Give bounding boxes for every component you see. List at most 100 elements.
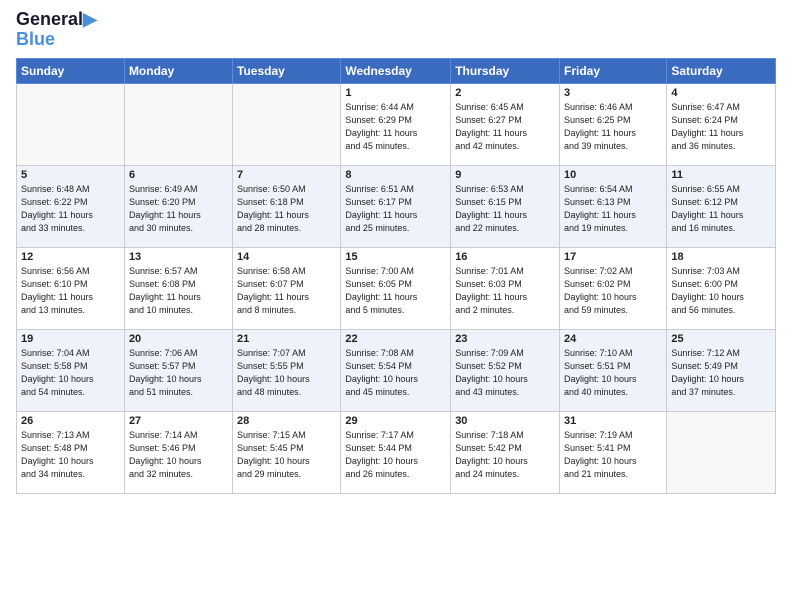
calendar-cell: 5 Sunrise: 6:48 AMSunset: 6:22 PMDaylight… (17, 165, 125, 247)
day-info: Sunrise: 7:13 AMSunset: 5:48 PMDaylight:… (21, 429, 120, 481)
calendar-week-row: 12 Sunrise: 6:56 AMSunset: 6:10 PMDayligh… (17, 247, 776, 329)
calendar-week-row: 26 Sunrise: 7:13 AMSunset: 5:48 PMDayligh… (17, 411, 776, 493)
day-number: 24 (564, 333, 662, 345)
day-number: 15 (345, 251, 446, 263)
day-info: Sunrise: 6:46 AMSunset: 6:25 PMDaylight:… (564, 101, 662, 153)
day-info: Sunrise: 7:12 AMSunset: 5:49 PMDaylight:… (671, 347, 771, 399)
calendar-cell: 25Sunrise: 7:12 AMSunset: 5:49 PMDayligh… (667, 329, 776, 411)
day-number: 20 (129, 333, 228, 345)
calendar-week-row: 19Sunrise: 7:04 AMSunset: 5:58 PMDayligh… (17, 329, 776, 411)
day-info: Sunrise: 7:15 AMSunset: 5:45 PMDaylight:… (237, 429, 336, 481)
day-info: Sunrise: 7:02 AMSunset: 6:02 PMDaylight:… (564, 265, 662, 317)
logo-text-blue: Blue (16, 30, 97, 50)
day-number: 28 (237, 415, 336, 427)
day-number: 27 (129, 415, 228, 427)
day-info: Sunrise: 7:07 AMSunset: 5:55 PMDaylight:… (237, 347, 336, 399)
calendar-cell: 9Sunrise: 6:53 AMSunset: 6:15 PMDaylight… (451, 165, 560, 247)
calendar-cell: 6 Sunrise: 6:49 AMSunset: 6:20 PMDaylight… (124, 165, 232, 247)
day-number: 6 (129, 169, 228, 181)
day-number: 21 (237, 333, 336, 345)
calendar-table: SundayMondayTuesdayWednesdayThursdayFrid… (16, 58, 776, 494)
calendar-cell (233, 83, 341, 165)
weekday-header: Monday (124, 58, 232, 83)
calendar-cell (124, 83, 232, 165)
weekday-header: Thursday (451, 58, 560, 83)
logo: General▶ Blue (16, 10, 97, 50)
day-number: 30 (455, 415, 555, 427)
day-number: 12 (21, 251, 120, 263)
day-number: 11 (671, 169, 771, 181)
day-number: 23 (455, 333, 555, 345)
day-number: 13 (129, 251, 228, 263)
calendar-cell: 29Sunrise: 7:17 AMSunset: 5:44 PMDayligh… (341, 411, 451, 493)
day-number: 14 (237, 251, 336, 263)
day-number: 18 (671, 251, 771, 263)
weekday-header: Tuesday (233, 58, 341, 83)
calendar-cell: 19Sunrise: 7:04 AMSunset: 5:58 PMDayligh… (17, 329, 125, 411)
calendar-cell: 23 Sunrise: 7:09 AMSunset: 5:52 PMDayligh… (451, 329, 560, 411)
day-info: Sunrise: 6:56 AMSunset: 6:10 PMDaylight:… (21, 265, 120, 317)
day-info: Sunrise: 7:01 AMSunset: 6:03 PMDaylight:… (455, 265, 555, 317)
calendar-header-row: SundayMondayTuesdayWednesdayThursdayFrid… (17, 58, 776, 83)
day-number: 1 (345, 87, 446, 99)
calendar-cell: 10 Sunrise: 6:54 AMSunset: 6:13 PMDayligh… (560, 165, 667, 247)
day-number: 10 (564, 169, 662, 181)
calendar-cell: 2Sunrise: 6:45 AMSunset: 6:27 PMDaylight… (451, 83, 560, 165)
day-info: Sunrise: 7:14 AMSunset: 5:46 PMDaylight:… (129, 429, 228, 481)
calendar-cell (17, 83, 125, 165)
day-info: Sunrise: 7:10 AMSunset: 5:51 PMDaylight:… (564, 347, 662, 399)
calendar-cell: 8Sunrise: 6:51 AMSunset: 6:17 PMDaylight… (341, 165, 451, 247)
calendar-cell: 1 Sunrise: 6:44 AMSunset: 6:29 PMDaylight… (341, 83, 451, 165)
day-info: Sunrise: 7:06 AMSunset: 5:57 PMDaylight:… (129, 347, 228, 399)
day-number: 3 (564, 87, 662, 99)
calendar-cell: 24 Sunrise: 7:10 AMSunset: 5:51 PMDayligh… (560, 329, 667, 411)
calendar-cell: 13 Sunrise: 6:57 AMSunset: 6:08 PMDayligh… (124, 247, 232, 329)
calendar-week-row: 1 Sunrise: 6:44 AMSunset: 6:29 PMDaylight… (17, 83, 776, 165)
day-info: Sunrise: 6:44 AMSunset: 6:29 PMDaylight:… (345, 101, 446, 153)
day-info: Sunrise: 7:04 AMSunset: 5:58 PMDaylight:… (21, 347, 120, 399)
calendar-cell: 28 Sunrise: 7:15 AMSunset: 5:45 PMDayligh… (233, 411, 341, 493)
day-number: 22 (345, 333, 446, 345)
calendar-cell: 4 Sunrise: 6:47 AMSunset: 6:24 PMDaylight… (667, 83, 776, 165)
day-number: 31 (564, 415, 662, 427)
page-header: General▶ Blue (16, 10, 776, 50)
day-info: Sunrise: 7:18 AMSunset: 5:42 PMDaylight:… (455, 429, 555, 481)
day-info: Sunrise: 6:54 AMSunset: 6:13 PMDaylight:… (564, 183, 662, 235)
page-container: General▶ Blue SundayMondayTuesdayWednesd… (0, 0, 792, 504)
day-info: Sunrise: 6:48 AMSunset: 6:22 PMDaylight:… (21, 183, 120, 235)
calendar-cell: 31 Sunrise: 7:19 AMSunset: 5:41 PMDayligh… (560, 411, 667, 493)
day-number: 4 (671, 87, 771, 99)
day-number: 17 (564, 251, 662, 263)
logo-text: General▶ (16, 10, 97, 30)
calendar-cell: 22Sunrise: 7:08 AMSunset: 5:54 PMDayligh… (341, 329, 451, 411)
day-info: Sunrise: 7:19 AMSunset: 5:41 PMDaylight:… (564, 429, 662, 481)
day-info: Sunrise: 7:17 AMSunset: 5:44 PMDaylight:… (345, 429, 446, 481)
weekday-header: Saturday (667, 58, 776, 83)
calendar-cell (667, 411, 776, 493)
day-info: Sunrise: 6:47 AMSunset: 6:24 PMDaylight:… (671, 101, 771, 153)
day-number: 9 (455, 169, 555, 181)
day-number: 5 (21, 169, 120, 181)
day-info: Sunrise: 6:51 AMSunset: 6:17 PMDaylight:… (345, 183, 446, 235)
calendar-cell: 11 Sunrise: 6:55 AMSunset: 6:12 PMDayligh… (667, 165, 776, 247)
day-info: Sunrise: 6:58 AMSunset: 6:07 PMDaylight:… (237, 265, 336, 317)
calendar-cell: 20 Sunrise: 7:06 AMSunset: 5:57 PMDayligh… (124, 329, 232, 411)
calendar-cell: 14 Sunrise: 6:58 AMSunset: 6:07 PMDayligh… (233, 247, 341, 329)
day-info: Sunrise: 6:45 AMSunset: 6:27 PMDaylight:… (455, 101, 555, 153)
day-number: 26 (21, 415, 120, 427)
day-info: Sunrise: 7:09 AMSunset: 5:52 PMDaylight:… (455, 347, 555, 399)
weekday-header: Wednesday (341, 58, 451, 83)
calendar-cell: 26 Sunrise: 7:13 AMSunset: 5:48 PMDayligh… (17, 411, 125, 493)
calendar-cell: 27 Sunrise: 7:14 AMSunset: 5:46 PMDayligh… (124, 411, 232, 493)
day-info: Sunrise: 6:49 AMSunset: 6:20 PMDaylight:… (129, 183, 228, 235)
weekday-header: Friday (560, 58, 667, 83)
day-info: Sunrise: 6:50 AMSunset: 6:18 PMDaylight:… (237, 183, 336, 235)
day-number: 7 (237, 169, 336, 181)
calendar-cell: 7 Sunrise: 6:50 AMSunset: 6:18 PMDaylight… (233, 165, 341, 247)
day-number: 16 (455, 251, 555, 263)
calendar-week-row: 5 Sunrise: 6:48 AMSunset: 6:22 PMDaylight… (17, 165, 776, 247)
day-info: Sunrise: 6:57 AMSunset: 6:08 PMDaylight:… (129, 265, 228, 317)
day-info: Sunrise: 7:03 AMSunset: 6:00 PMDaylight:… (671, 265, 771, 317)
calendar-cell: 12 Sunrise: 6:56 AMSunset: 6:10 PMDayligh… (17, 247, 125, 329)
day-info: Sunrise: 6:55 AMSunset: 6:12 PMDaylight:… (671, 183, 771, 235)
